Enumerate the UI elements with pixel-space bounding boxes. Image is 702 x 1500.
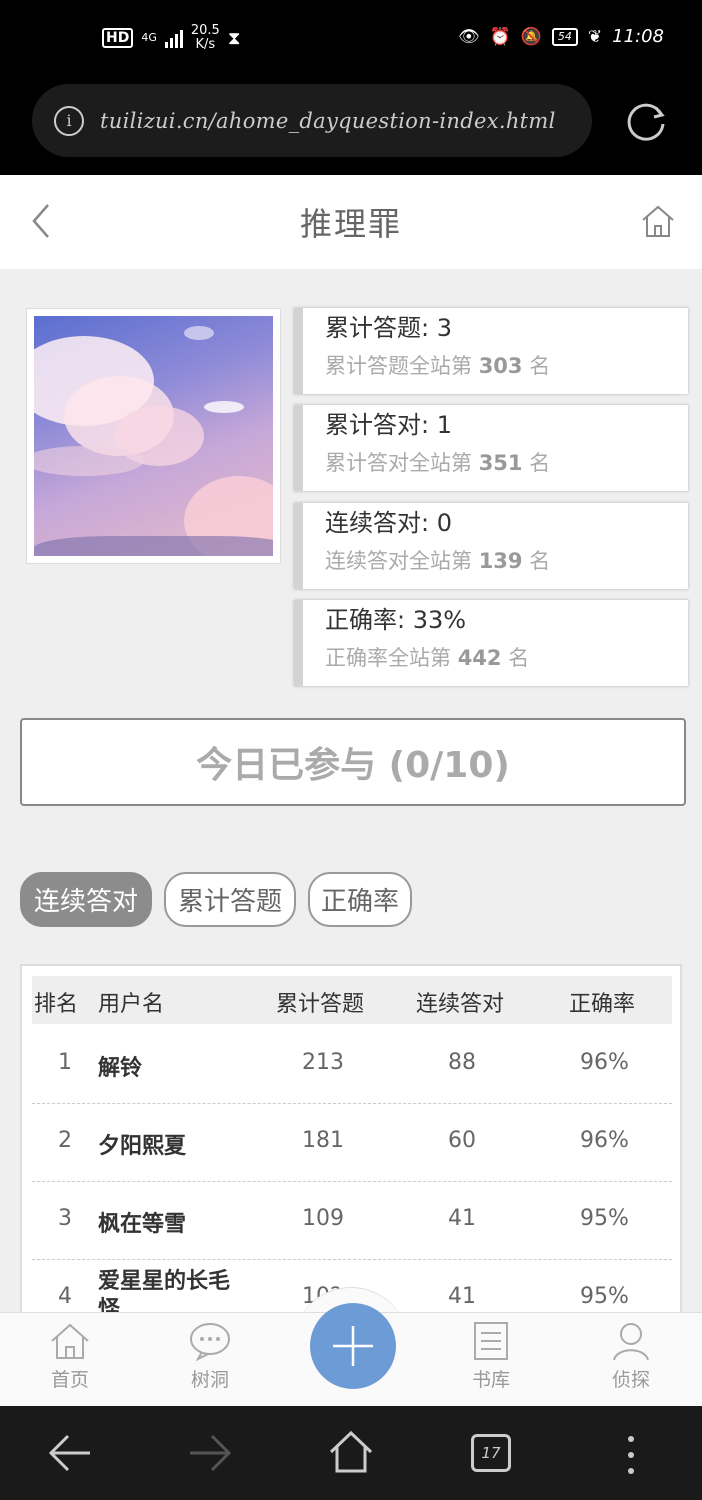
stat-value: 1 xyxy=(436,411,452,439)
home-icon[interactable] xyxy=(640,204,676,238)
signal-icon xyxy=(164,28,183,48)
nav-label: 侦探 xyxy=(611,1369,650,1391)
page-header: 推理罪 xyxy=(0,175,702,269)
nav-library[interactable]: 书库 xyxy=(446,1321,536,1392)
rate-cell: 96% xyxy=(580,1128,629,1153)
stat-value: 33% xyxy=(412,606,467,634)
system-nav-bar: 17 xyxy=(0,1406,702,1500)
total-cell: 181 xyxy=(302,1128,344,1153)
stat-card-total: 累计答题: 3 累计答题全站第 303 名 xyxy=(294,308,688,394)
mute-icon: 🔕 xyxy=(520,26,542,47)
stat-rank: 351 xyxy=(478,451,523,475)
nav-treehole[interactable]: 树洞 xyxy=(165,1321,255,1392)
stat-value: 3 xyxy=(436,314,452,342)
leaderboard-table: 排名 用户名 累计答题 连续答对 正确率 1 解铃 213 88 96% 2 夕… xyxy=(20,964,682,1324)
rate-cell: 96% xyxy=(580,1050,629,1075)
add-button[interactable] xyxy=(310,1303,396,1389)
home-icon[interactable] xyxy=(328,1430,374,1474)
hourglass-icon: ⧗ xyxy=(227,27,241,49)
streak-cell: 88 xyxy=(448,1050,476,1075)
eye-icon: 👁 xyxy=(457,26,480,47)
network-speed: 20.5 K/s xyxy=(190,23,220,52)
stat-label: 连续答对 xyxy=(325,509,421,537)
username-cell[interactable]: 夕阳熙夏 xyxy=(98,1128,186,1160)
total-cell: 109 xyxy=(302,1206,344,1231)
status-bar: HD 4G 20.5 K/s ⧗ 👁 ⏰ 🔕 54 ❦ 11:08 xyxy=(0,0,702,84)
browser-bar: i tuilizui.cn/ahome_dayquestion-index.ht… xyxy=(0,84,702,175)
stat-card-rate: 正确率: 33% 正确率全站第 442 名 xyxy=(294,600,688,686)
column-header: 正确率 xyxy=(569,992,636,1017)
chat-bubble-icon xyxy=(190,1323,230,1361)
table-header: 排名 用户名 累计答题 连续答对 正确率 xyxy=(32,976,672,1024)
column-header: 用户名 xyxy=(98,992,165,1017)
stat-rank: 139 xyxy=(478,549,523,573)
rank-cell: 4 xyxy=(58,1284,72,1309)
avatar xyxy=(26,308,281,564)
stat-card-correct: 累计答对: 1 累计答对全站第 351 名 xyxy=(294,405,688,491)
url-text[interactable]: tuilizui.cn/ahome_dayquestion-index.html xyxy=(100,109,556,133)
stat-value: 0 xyxy=(436,509,452,537)
tab-total[interactable]: 累计答题 xyxy=(164,872,296,927)
book-list-icon xyxy=(474,1322,508,1360)
rank-cell: 1 xyxy=(58,1050,72,1075)
username-cell[interactable]: 解铃 xyxy=(98,1050,142,1082)
username-cell[interactable]: 枫在等雪 xyxy=(98,1206,186,1238)
streak-cell: 41 xyxy=(448,1206,476,1231)
leaf-icon: ❦ xyxy=(587,26,603,47)
nav-label: 首页 xyxy=(50,1369,89,1391)
nav-home[interactable]: 首页 xyxy=(25,1321,115,1392)
more-icon[interactable] xyxy=(624,1434,638,1476)
rank-cell: 2 xyxy=(58,1128,72,1153)
page-title: 推理罪 xyxy=(299,205,402,243)
column-header: 连续答对 xyxy=(416,992,505,1017)
nav-label: 书库 xyxy=(471,1369,510,1391)
stat-rank: 442 xyxy=(457,646,502,670)
nav-detective[interactable]: 侦探 xyxy=(586,1321,676,1392)
forward-arrow-icon[interactable] xyxy=(188,1433,232,1473)
alarm-icon: ⏰ xyxy=(489,26,511,47)
battery-icon: 54 xyxy=(551,27,578,46)
stat-rank: 303 xyxy=(478,354,523,378)
total-cell: 213 xyxy=(302,1050,344,1075)
rank-cell: 3 xyxy=(58,1206,72,1231)
stat-card-streak: 连续答对: 0 连续答对全站第 139 名 xyxy=(294,503,688,589)
column-header: 排名 xyxy=(34,992,79,1017)
streak-cell: 41 xyxy=(448,1284,476,1309)
rate-cell: 95% xyxy=(580,1206,629,1231)
tabs-button[interactable]: 17 xyxy=(471,1434,511,1472)
network-type: 4G xyxy=(141,31,157,44)
hd-indicator: HD xyxy=(102,28,134,48)
table-row[interactable]: 2 夕阳熙夏 181 60 96% xyxy=(32,1104,672,1182)
column-header: 累计答题 xyxy=(276,992,365,1017)
nav-label: 树洞 xyxy=(190,1369,229,1391)
rate-cell: 95% xyxy=(580,1284,629,1309)
table-row[interactable]: 1 解铃 213 88 96% xyxy=(32,1026,672,1104)
daily-participation-button[interactable]: 今日已参与 (0/10) xyxy=(20,718,686,806)
plus-icon xyxy=(333,1326,373,1366)
stat-label: 累计答对 xyxy=(325,411,421,439)
tab-streak[interactable]: 连续答对 xyxy=(20,872,152,927)
address-bar[interactable]: i tuilizui.cn/ahome_dayquestion-index.ht… xyxy=(32,84,592,157)
table-row[interactable]: 3 枫在等雪 109 41 95% xyxy=(32,1182,672,1260)
stat-label: 累计答题 xyxy=(325,314,421,342)
stat-label: 正确率 xyxy=(325,606,397,634)
home-icon xyxy=(51,1323,89,1359)
reload-icon[interactable] xyxy=(626,100,668,142)
avatar-image xyxy=(34,316,273,556)
streak-cell: 60 xyxy=(448,1128,476,1153)
info-icon[interactable]: i xyxy=(54,105,84,136)
clock: 11:08 xyxy=(612,26,664,47)
tab-rate[interactable]: 正确率 xyxy=(308,872,412,927)
person-icon xyxy=(613,1323,649,1361)
back-arrow-icon[interactable] xyxy=(48,1433,92,1473)
